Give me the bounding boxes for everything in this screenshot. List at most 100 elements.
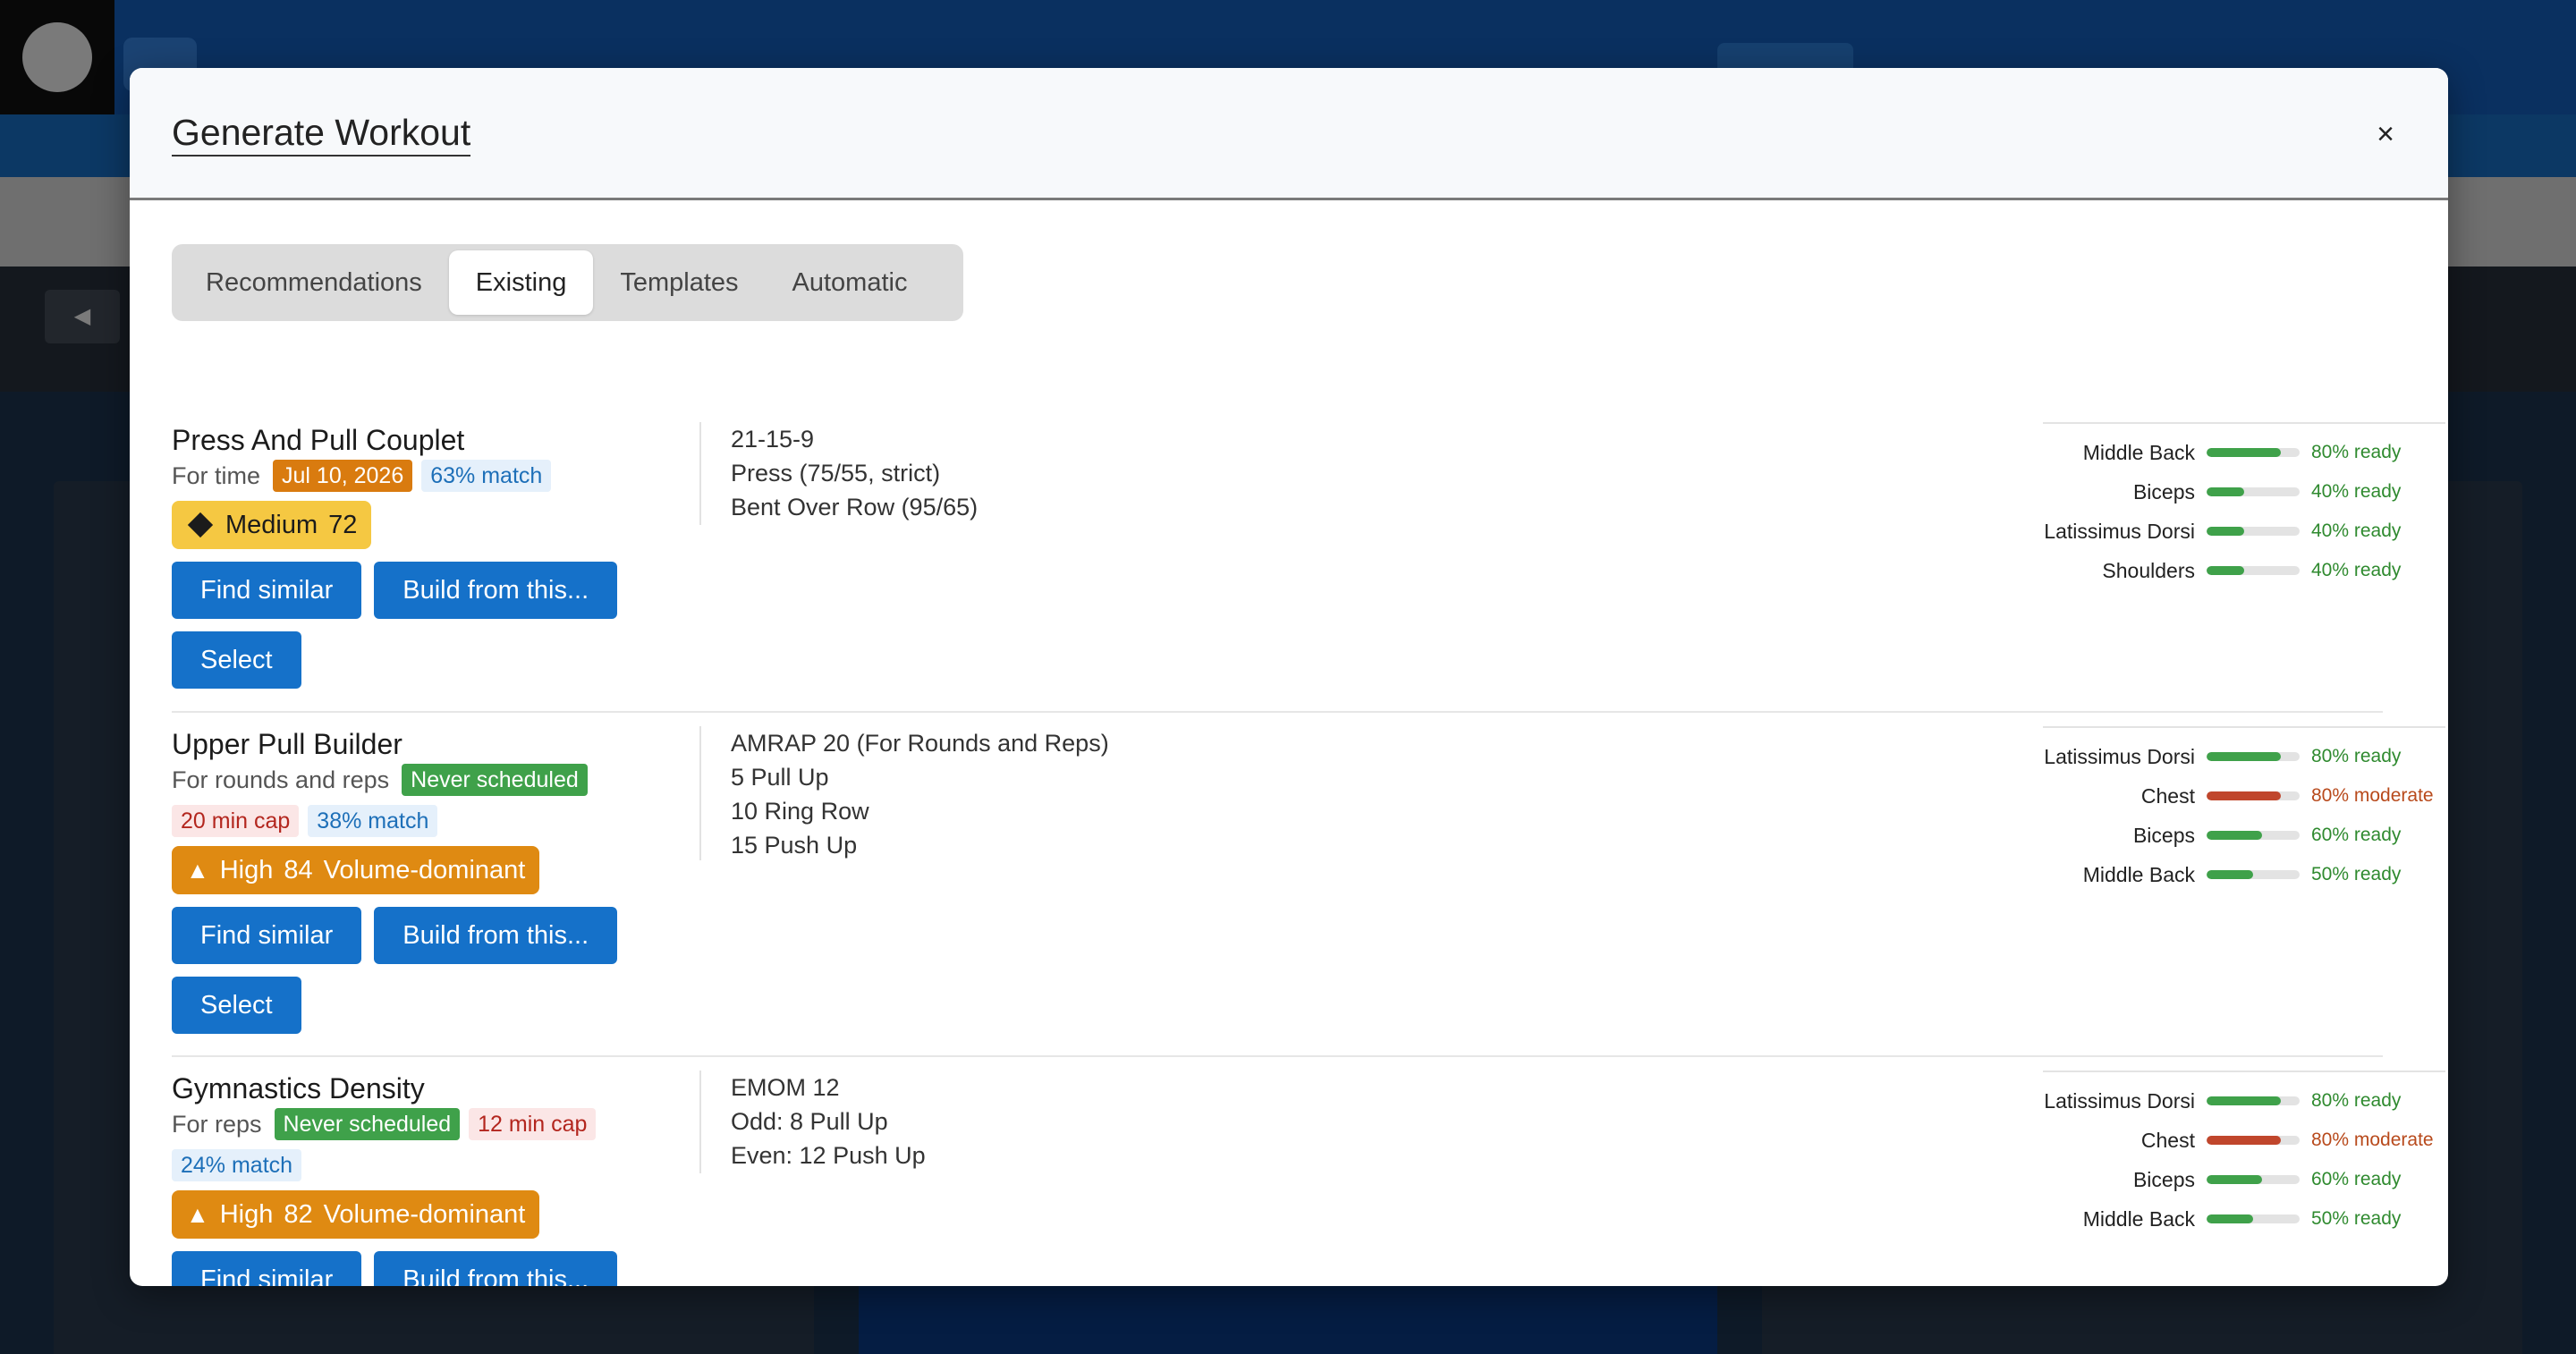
workout-summary: Upper Pull Builder For rounds and reps N… [172,726,619,1034]
muscle-row: Latissimus Dorsi 80% ready [2043,740,2445,773]
muscle-name: Latissimus Dorsi [2044,520,2195,543]
readiness-bar [2207,1175,2300,1184]
readiness-status: 80% moderate [2311,785,2434,806]
workout-type: For rounds and reps [172,766,390,793]
intensity-badge: ▲ High 84 Volume-dominant [172,846,540,894]
readiness-bar [2207,1096,2300,1105]
muscle-row: Chest 80% moderate [2043,1124,2445,1156]
readiness-bar [2207,831,2300,840]
readiness-status: 80% ready [2311,442,2402,462]
muscle-name: Biceps [2132,824,2195,847]
description-line: Odd: 8 Pull Up [731,1108,888,1135]
vertical-divider [699,1071,701,1173]
muscle-readiness: Latissimus Dorsi 80% ready Chest 80% modera… [2043,726,2445,898]
muscle-name: Latissimus Dorsi [2044,1089,2195,1113]
warning-triangle-icon: ▲ [186,856,209,884]
readiness-status: 80% moderate [2311,1130,2434,1150]
readiness-bar-fill [2207,527,2244,536]
readiness-bar-fill [2207,1214,2253,1223]
tab-templates[interactable]: Templates [593,250,765,315]
readiness-bar [2207,870,2300,879]
intensity-score: 82 [284,1199,313,1229]
intensity-note: Volume-dominant [323,1199,526,1229]
select-button[interactable]: Select [172,631,301,689]
readiness-bar [2207,1214,2300,1223]
workout-summary: Gymnastics Density For reps Never schedu… [172,1071,619,1286]
readiness-status: 40% ready [2311,560,2402,580]
description-line: Press (75/55, strict) [731,460,941,487]
tab-automatic[interactable]: Automatic [766,250,935,315]
muscle-row: Middle Back 50% ready [2043,1203,2445,1235]
build-from-this-button[interactable]: Build from this... [374,562,618,619]
generate-workout-modal: Generate Workout × Recommendations Exist… [130,68,2448,1286]
muscle-name: Latissimus Dorsi [2044,745,2195,768]
workout-meta: For reps Never scheduled 12 min cap 24% … [172,1108,619,1181]
readiness-bar [2207,1136,2300,1145]
workout-actions: Find similar Build from this... [172,907,619,964]
muscle-row: Latissimus Dorsi 40% ready [2043,515,2445,547]
muscle-name: Shoulders [2102,559,2195,582]
modal-header: Generate Workout × [130,68,2448,200]
readiness-status: 40% ready [2311,481,2402,502]
muscle-row: Biceps 40% ready [2043,476,2445,508]
intensity-label: High [219,1199,274,1229]
find-similar-button[interactable]: Find similar [172,907,362,964]
intensity-score: 84 [284,855,313,884]
muscle-row: Chest 80% moderate [2043,780,2445,812]
workout-card: Gymnastics Density For reps Never schedu… [172,1071,2445,1286]
row-divider [172,1055,2383,1057]
readiness-status: 80% ready [2311,1090,2402,1111]
workout-card: Press And Pull Couplet For time Jul 10, … [172,422,2445,717]
find-similar-button[interactable]: Find similar [172,1251,362,1286]
select-button[interactable]: Select [172,977,301,1034]
tab-existing[interactable]: Existing [448,250,594,315]
intensity-label: High [219,855,274,884]
readiness-bar-fill [2207,791,2282,800]
readiness-status: 60% ready [2311,1169,2402,1189]
match-badge: 38% match [308,805,438,837]
description-line: Bent Over Row (95/65) [731,494,979,520]
muscle-name: Chest [2140,784,2195,808]
readiness-bar [2207,752,2300,761]
workout-actions: Select [172,631,619,689]
readiness-bar-fill [2207,487,2244,496]
readiness-bar-fill [2207,752,2282,761]
workout-summary: Press And Pull Couplet For time Jul 10, … [172,422,619,689]
muscle-row: Middle Back 50% ready [2043,859,2445,891]
time-cap-badge: 20 min cap [172,805,300,837]
match-badge: 63% match [421,460,552,492]
readiness-status: 50% ready [2311,1208,2402,1229]
muscle-readiness: Latissimus Dorsi 80% ready Chest 80% modera… [2043,1071,2445,1242]
find-similar-button[interactable]: Find similar [172,562,362,619]
row-divider [172,711,2383,713]
readiness-bar-fill [2207,1136,2282,1145]
workout-card: Upper Pull Builder For rounds and reps N… [172,726,2445,1066]
readiness-bar [2207,791,2300,800]
description-line: 21-15-9 [731,426,815,453]
readiness-bar-fill [2207,1096,2282,1105]
build-from-this-button[interactable]: Build from this... [374,1251,618,1286]
vertical-divider [699,422,701,525]
muscle-name: Middle Back [2082,863,2195,886]
intensity-note: Volume-dominant [323,855,526,884]
close-icon[interactable]: × [2366,114,2405,154]
readiness-bar-fill [2207,448,2282,457]
readiness-bar [2207,566,2300,575]
workout-description: EMOM 12 Odd: 8 Pull Up Even: 12 Push Up [731,1071,926,1172]
muscle-row: Shoulders 40% ready [2043,554,2445,587]
muscle-readiness: Middle Back 80% ready Biceps 40% ready Latis… [2043,422,2445,594]
schedule-status-badge: Never scheduled [274,1108,461,1140]
scheduled-date-badge: Jul 10, 2026 [273,460,413,492]
muscle-name: Middle Back [2082,1207,2195,1231]
description-line: EMOM 12 [731,1074,840,1101]
build-from-this-button[interactable]: Build from this... [374,907,618,964]
intensity-score: 72 [328,510,358,539]
tab-recommendations[interactable]: Recommendations [179,250,449,315]
readiness-bar-fill [2207,1175,2263,1184]
intensity-badge: Medium 72 [172,501,372,549]
muscle-name: Chest [2140,1129,2195,1152]
description-line: Even: 12 Push Up [731,1142,926,1169]
readiness-bar [2207,527,2300,536]
muscle-row: Biceps 60% ready [2043,1164,2445,1196]
vertical-divider [699,726,701,860]
